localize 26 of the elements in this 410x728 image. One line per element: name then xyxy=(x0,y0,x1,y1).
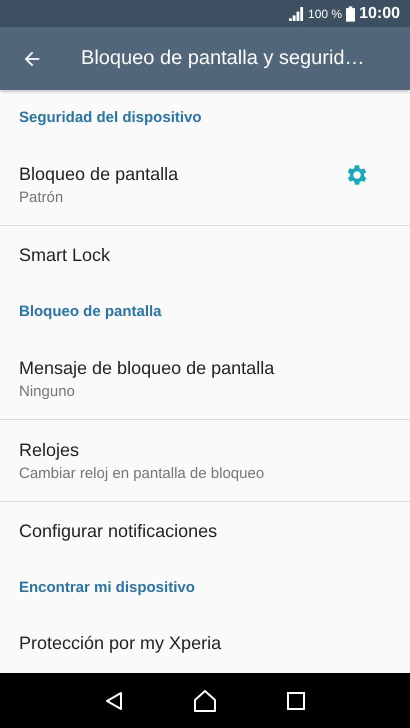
section-header: Seguridad del dispositivo xyxy=(19,108,202,126)
settings-item[interactable]: Smart Lock xyxy=(0,226,410,284)
settings-item[interactable]: Relojes Cambiar reloj en pantalla de bloqueo xyxy=(0,420,410,502)
item-subtitle: Cambiar reloj en pantalla de bloqueo xyxy=(19,464,266,482)
section-header: Bloqueo de pantalla xyxy=(19,302,162,320)
item-title: Bloqueo de pantalla xyxy=(19,164,180,184)
item-title: Smart Lock xyxy=(19,244,112,266)
section-header: Encontrar mi dispositivo xyxy=(19,578,195,596)
item-title: Configurar notificaciones xyxy=(19,520,218,542)
settings-item[interactable]: Mensaje de bloqueo de pantalla Ninguno xyxy=(0,338,410,420)
item-title: Relojes xyxy=(19,440,80,460)
item-title: Protección por my Xperia xyxy=(19,632,222,654)
battery-icon xyxy=(346,6,356,22)
home-icon[interactable] xyxy=(192,688,217,712)
item-subtitle: Patrón xyxy=(19,188,64,206)
signal-icon xyxy=(289,6,304,21)
clock: 10:00 xyxy=(359,4,400,22)
recents-icon[interactable] xyxy=(286,690,306,710)
settings-item[interactable]: Configurar notificaciones xyxy=(0,502,410,560)
settings-item[interactable]: Bloqueo de pantalla Patrón xyxy=(0,144,410,226)
settings-item[interactable]: Protección por my Xperia xyxy=(0,614,410,672)
back-icon[interactable] xyxy=(104,690,124,710)
item-title: Mensaje de bloqueo de pantalla xyxy=(19,358,276,378)
screen-title: Bloqueo de pantalla y segurid… xyxy=(81,47,365,70)
battery-level: 100 % xyxy=(308,6,342,20)
item-subtitle: Ninguno xyxy=(19,382,76,400)
